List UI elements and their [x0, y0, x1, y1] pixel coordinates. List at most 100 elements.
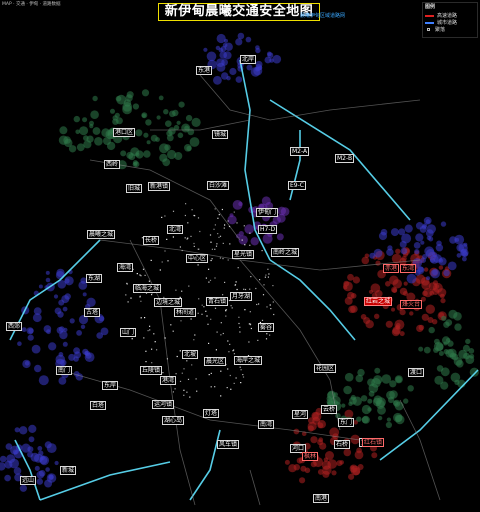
settlement-dot — [259, 279, 261, 281]
zone-blob — [438, 257, 447, 266]
place-label[interactable]: 北岸 — [240, 55, 257, 64]
zone-blob — [58, 326, 65, 333]
zone-blob — [46, 443, 57, 453]
settlement-dot — [187, 222, 189, 224]
zone-blob — [420, 240, 425, 245]
place-label[interactable]: 中心区 — [186, 254, 209, 263]
settlement-dot — [185, 203, 187, 205]
settlement-dot — [175, 289, 177, 291]
code-label[interactable]: M2-A — [290, 147, 310, 156]
place-label[interactable]: 花园区 — [314, 364, 337, 373]
place-label[interactable]: 北湾 — [167, 225, 184, 234]
settlement-dot — [147, 330, 149, 332]
zone-blob — [399, 240, 407, 248]
place-label[interactable]: 东港 — [196, 66, 213, 75]
place-label[interactable]: 旧城 — [126, 184, 143, 193]
zone-blob — [317, 422, 324, 429]
place-label[interactable]: 南岭之城 — [271, 248, 300, 257]
settlement-dot — [191, 209, 193, 211]
zone-blob — [422, 254, 428, 260]
zone-blob — [224, 38, 228, 43]
place-label[interactable]: 丘陵镇 — [140, 366, 163, 375]
place-label[interactable]: 湖心岛 — [162, 416, 185, 425]
place-label[interactable]: 渡口 — [408, 368, 425, 377]
place-label[interactable]: 北坡 — [182, 350, 199, 359]
place-label-red[interactable]: 红岩之城 — [364, 297, 393, 306]
place-label[interactable]: 青石镇 — [206, 297, 229, 306]
settlement-dot — [145, 361, 147, 363]
place-label[interactable]: 晨光区 — [204, 357, 227, 366]
zone-blob — [36, 470, 45, 479]
place-label[interactable]: 南湾 — [258, 420, 275, 429]
place-label[interactable]: 东门 — [338, 418, 355, 427]
place-label[interactable]: 灯塔 — [203, 409, 220, 418]
place-label[interactable]: 运河镇 — [152, 400, 175, 409]
place-label[interactable]: 林间道 — [174, 308, 197, 317]
place-label-red[interactable]: 烽火台 — [400, 300, 423, 309]
place-label[interactable]: 东岸 — [102, 381, 119, 390]
zone-blob — [348, 401, 353, 406]
place-label[interactable]: 远山 — [20, 476, 37, 485]
place-label[interactable]: 白塔 — [90, 401, 107, 410]
place-label[interactable]: 新城 — [60, 466, 77, 475]
place-label[interactable]: 云桥 — [321, 405, 338, 414]
settlement-dot — [250, 327, 252, 330]
settlement-dot — [145, 350, 147, 352]
place-label[interactable]: 山门 — [120, 328, 137, 337]
place-label[interactable]: 长桥 — [143, 236, 160, 245]
zone-blob — [146, 140, 151, 145]
settlement-dot — [242, 374, 244, 376]
place-label[interactable]: 月牙湖 — [230, 292, 253, 301]
place-label[interactable]: 白沙滩 — [207, 181, 230, 190]
settlement-dot — [208, 342, 210, 344]
place-label[interactable]: 港湾 — [160, 376, 177, 385]
place-label[interactable]: 镜城 — [212, 130, 229, 139]
place-label[interactable]: 边境之城 — [154, 298, 183, 307]
settlement-dot — [210, 241, 212, 243]
settlement-dot — [232, 350, 234, 352]
place-label[interactable]: 石桥 — [334, 440, 351, 449]
settlement-dot — [197, 217, 200, 219]
place-label[interactable]: 新港镇 — [148, 182, 171, 191]
settlement-dot — [248, 341, 250, 343]
place-label[interactable]: 星光镇 — [232, 250, 255, 259]
zone-blob — [307, 425, 314, 432]
place-label[interactable]: 西岭 — [104, 160, 121, 169]
place-label[interactable]: 海湾 — [117, 263, 134, 272]
zone-blob — [246, 64, 253, 71]
place-label[interactable]: 临海之城 — [133, 284, 162, 293]
place-label[interactable]: 西郊 — [6, 322, 23, 331]
place-label-red[interactable]: 红石镇 — [362, 438, 385, 447]
place-label-red[interactable]: 东湾 — [400, 264, 417, 273]
place-label-red[interactable]: 赤港 — [383, 264, 400, 273]
place-label[interactable]: 港口区 — [113, 128, 136, 137]
settlement-dot — [196, 390, 198, 392]
zone-blob — [387, 245, 393, 251]
zone-blob — [90, 110, 99, 119]
settlement-dot — [139, 296, 141, 298]
place-label-red[interactable]: 枫林 — [302, 452, 319, 461]
place-label[interactable]: 东湖 — [86, 274, 103, 283]
place-label[interactable]: 风车镇 — [217, 440, 240, 449]
place-label[interactable]: 南港 — [313, 494, 330, 503]
place-label[interactable]: 伊甸门 — [256, 208, 279, 217]
place-label[interactable]: 晨曦之城 — [87, 230, 116, 239]
place-label[interactable]: 海岸之城 — [234, 356, 263, 365]
legend-label: 聚落 — [435, 26, 446, 33]
settlement-dot — [167, 260, 169, 262]
settlement-dot — [149, 329, 151, 331]
code-label[interactable]: M2-B — [335, 154, 355, 163]
place-label[interactable]: 古塔 — [84, 308, 101, 317]
zone-blob — [22, 359, 31, 369]
place-label[interactable]: 星河 — [292, 410, 309, 419]
code-label[interactable]: E9-C — [288, 181, 306, 190]
place-label[interactable]: 南门 — [56, 366, 73, 375]
place-label[interactable]: 雾谷 — [258, 323, 275, 332]
code-label[interactable]: H7-D — [258, 225, 278, 234]
zone-blob — [0, 455, 7, 463]
zone-blob — [343, 448, 352, 457]
zone-blob — [438, 351, 444, 356]
zone-blob — [27, 446, 34, 453]
settlement-dot — [201, 304, 203, 306]
zone-blob — [344, 296, 353, 305]
